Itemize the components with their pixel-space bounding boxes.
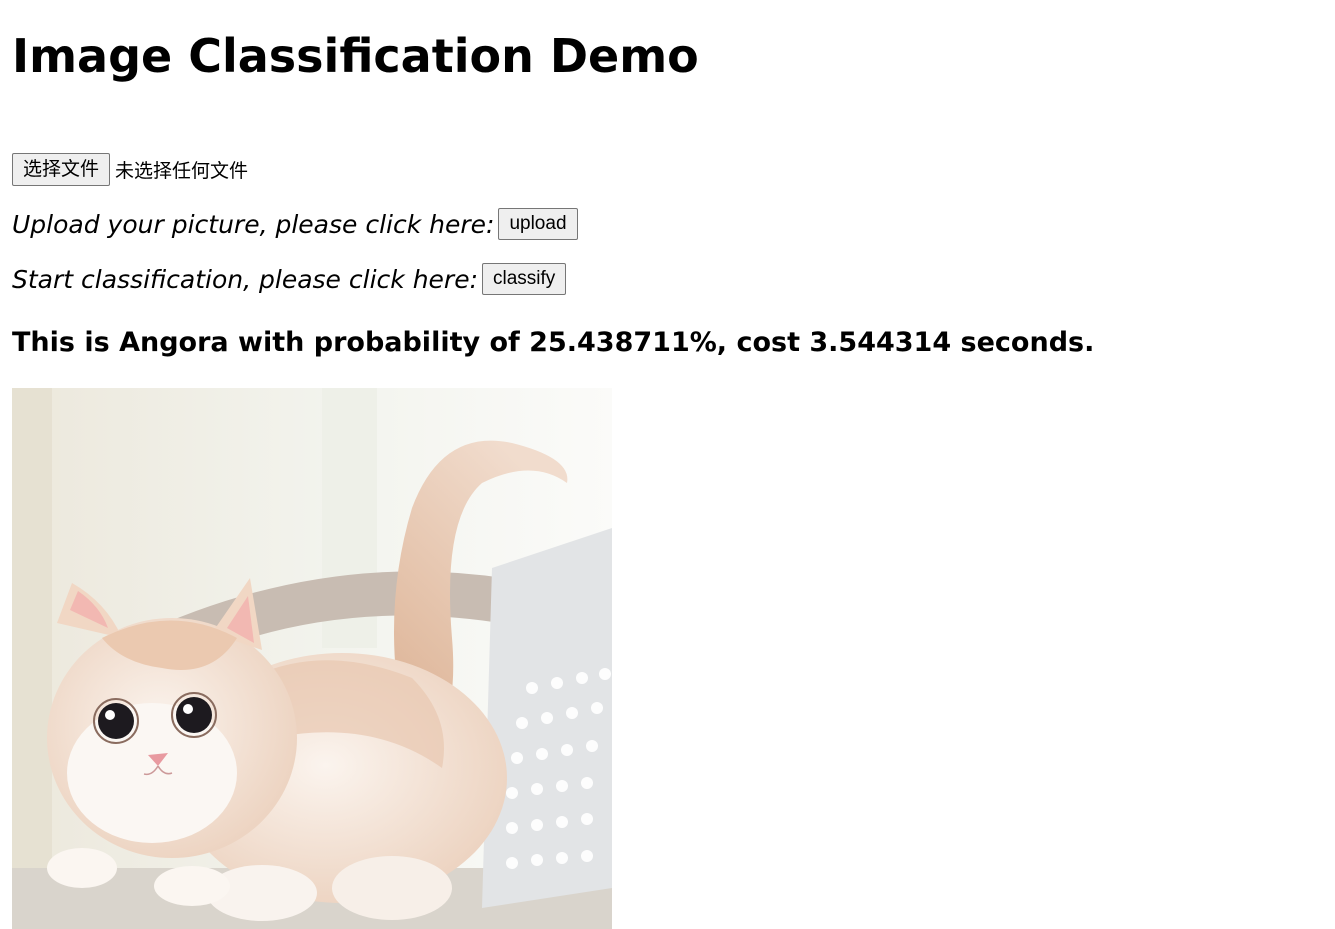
upload-prompt: Upload your picture, please click here: — [12, 209, 495, 239]
page-title: Image Classification Demo — [12, 29, 699, 83]
choose-file-button[interactable]: 选择文件 — [12, 153, 111, 186]
uploaded-cat-image — [12, 388, 612, 929]
page: Image Classification Demo 选择文件 未选择任何文件 U… — [0, 0, 1335, 929]
classification-result: This is Angora with probability of 25.43… — [12, 327, 1095, 358]
classify-row: Start classification, please click here:… — [12, 263, 567, 295]
classify-button[interactable]: classify — [482, 263, 567, 295]
file-input[interactable]: 选择文件 未选择任何文件 — [12, 153, 248, 186]
upload-button[interactable]: upload — [498, 208, 578, 240]
file-status-text: 未选择任何文件 — [115, 160, 249, 182]
classify-prompt: Start classification, please click here: — [12, 264, 479, 294]
upload-row: Upload your picture, please click here: … — [12, 208, 578, 240]
